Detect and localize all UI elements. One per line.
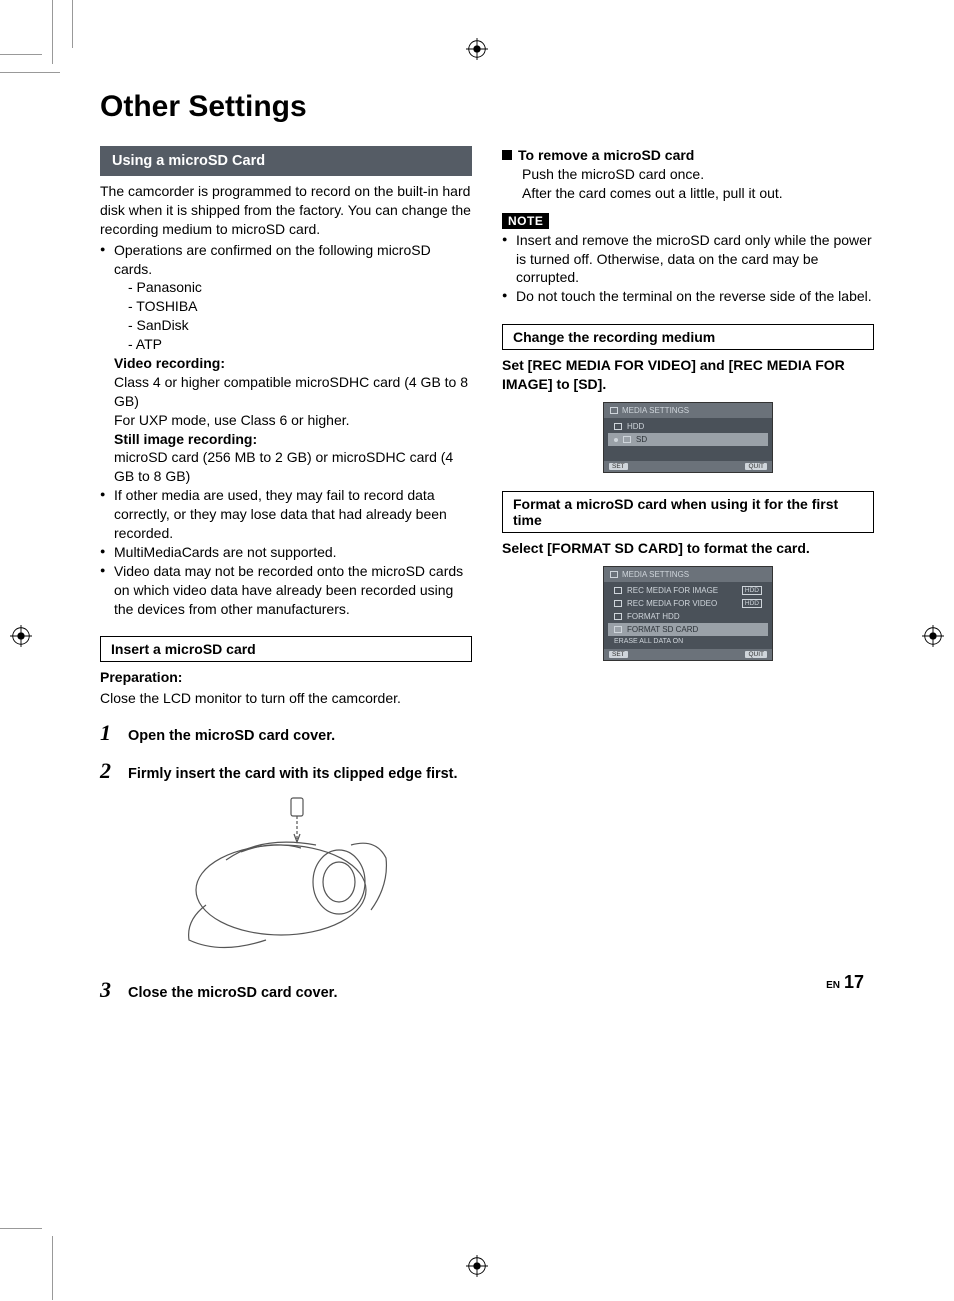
hdd-icon <box>614 423 622 430</box>
step-text: Close the microSD card cover. <box>128 984 338 1003</box>
registration-mark <box>466 1255 488 1277</box>
camcorder-illustration <box>171 790 401 965</box>
brand-item: - TOSHIBA <box>114 297 472 316</box>
menu-row-value: HDD <box>742 586 762 595</box>
step-3: 3 Close the microSD card cover. <box>100 977 472 1003</box>
sd-icon <box>614 626 622 633</box>
note-item: Do not touch the terminal on the reverse… <box>502 287 874 306</box>
step-number: 3 <box>100 977 118 1003</box>
menu-title-text: MEDIA SETTINGS <box>622 406 689 415</box>
bullet-video-data: Video data may not be recorded onto the … <box>100 562 472 619</box>
menu-row-label: REC MEDIA FOR IMAGE <box>627 586 718 595</box>
page-title: Other Settings <box>100 90 874 124</box>
note-item: Insert and remove the microSD card only … <box>502 231 874 288</box>
menu-row-value: HDD <box>742 599 762 608</box>
menu-icon <box>610 407 618 414</box>
crop-mark <box>52 1236 53 1300</box>
right-column: To remove a microSD card Push the microS… <box>502 146 874 1003</box>
video-icon <box>614 600 622 607</box>
section-heading-using-card: Using a microSD Card <box>100 146 472 176</box>
remove-card-title: To remove a microSD card <box>518 147 694 163</box>
menu-screenshot-format: MEDIA SETTINGS REC MEDIA FOR IMAGE HDD R… <box>603 566 773 661</box>
menu-row-empty <box>608 446 768 459</box>
remove-card-heading: To remove a microSD card <box>502 146 874 165</box>
still-recording-spec: microSD card (256 MB to 2 GB) or microSD… <box>114 448 472 486</box>
insert-card-box: Insert a microSD card <box>100 636 472 662</box>
note-badge: NOTE <box>502 213 549 229</box>
sd-icon <box>623 436 631 443</box>
page-num-value: 17 <box>844 972 864 992</box>
crop-mark <box>0 1228 42 1229</box>
menu-row: FORMAT HDD <box>608 610 768 623</box>
page-lang: EN <box>826 980 840 991</box>
video-recording-label: Video recording: <box>114 354 472 373</box>
menu-row: ERASE ALL DATA ON <box>608 636 768 647</box>
menu-row-sd-selected: SD <box>608 433 768 446</box>
brand-item: - Panasonic <box>114 278 472 297</box>
step-2: 2 Firmly insert the card with its clippe… <box>100 758 472 784</box>
menu-set-label: SET <box>609 463 628 470</box>
step-1: 1 Open the microSD card cover. <box>100 720 472 746</box>
menu-row-label: ERASE ALL DATA ON <box>614 638 683 645</box>
page-number: EN 17 <box>826 972 864 993</box>
menu-row-hdd: HDD <box>608 420 768 433</box>
menu-quit-label: QUIT <box>745 651 767 658</box>
menu-title: MEDIA SETTINGS <box>604 403 772 418</box>
selection-dot-icon <box>614 438 618 442</box>
bullet-mmc: MultiMediaCards are not supported. <box>100 543 472 562</box>
menu-screenshot-media-settings: MEDIA SETTINGS HDD SD SET <box>603 402 773 473</box>
bullet-text: Operations are confirmed on the followin… <box>114 242 431 277</box>
brand-item: - SanDisk <box>114 316 472 335</box>
menu-row-label: REC MEDIA FOR VIDEO <box>627 599 717 608</box>
menu-title: MEDIA SETTINGS <box>604 567 772 582</box>
menu-row-selected: FORMAT SD CARD <box>608 623 768 636</box>
bullet-confirmed-cards: Operations are confirmed on the followin… <box>100 241 472 487</box>
menu-row-label: SD <box>636 435 647 444</box>
menu-icon <box>610 571 618 578</box>
change-medium-box: Change the recording medium <box>502 324 874 350</box>
preparation-text: Close the LCD monitor to turn off the ca… <box>100 689 472 708</box>
bullet-other-media: If other media are used, they may fail t… <box>100 486 472 543</box>
menu-row: REC MEDIA FOR IMAGE HDD <box>608 584 768 597</box>
step-number: 1 <box>100 720 118 746</box>
step-number: 2 <box>100 758 118 784</box>
format-card-instruction: Select [FORMAT SD CARD] to format the ca… <box>502 539 874 558</box>
intro-paragraph: The camcorder is programmed to record on… <box>100 182 472 239</box>
video-recording-spec: Class 4 or higher compatible microSDHC c… <box>114 373 472 411</box>
brand-item: - ATP <box>114 335 472 354</box>
menu-quit-label: QUIT <box>745 463 767 470</box>
image-icon <box>614 587 622 594</box>
left-column: Using a microSD Card The camcorder is pr… <box>100 146 472 1003</box>
menu-set-label: SET <box>609 651 628 658</box>
remove-card-line2: After the card comes out a little, pull … <box>502 184 874 203</box>
remove-card-line1: Push the microSD card once. <box>502 165 874 184</box>
video-recording-uxp: For UXP mode, use Class 6 or higher. <box>114 411 472 430</box>
menu-row-label: HDD <box>627 422 644 431</box>
format-card-box: Format a microSD card when using it for … <box>502 491 874 533</box>
hdd-icon <box>614 613 622 620</box>
step-text: Open the microSD card cover. <box>128 727 335 746</box>
step-text: Firmly insert the card with its clipped … <box>128 765 458 784</box>
menu-title-text: MEDIA SETTINGS <box>622 570 689 579</box>
menu-row-label: FORMAT HDD <box>627 612 680 621</box>
preparation-label: Preparation: <box>100 669 182 685</box>
square-bullet-icon <box>502 150 512 160</box>
menu-row: REC MEDIA FOR VIDEO HDD <box>608 597 768 610</box>
menu-row-label: FORMAT SD CARD <box>627 625 698 634</box>
still-recording-label: Still image recording: <box>114 430 472 449</box>
change-medium-instruction: Set [REC MEDIA FOR VIDEO] and [REC MEDIA… <box>502 356 874 394</box>
